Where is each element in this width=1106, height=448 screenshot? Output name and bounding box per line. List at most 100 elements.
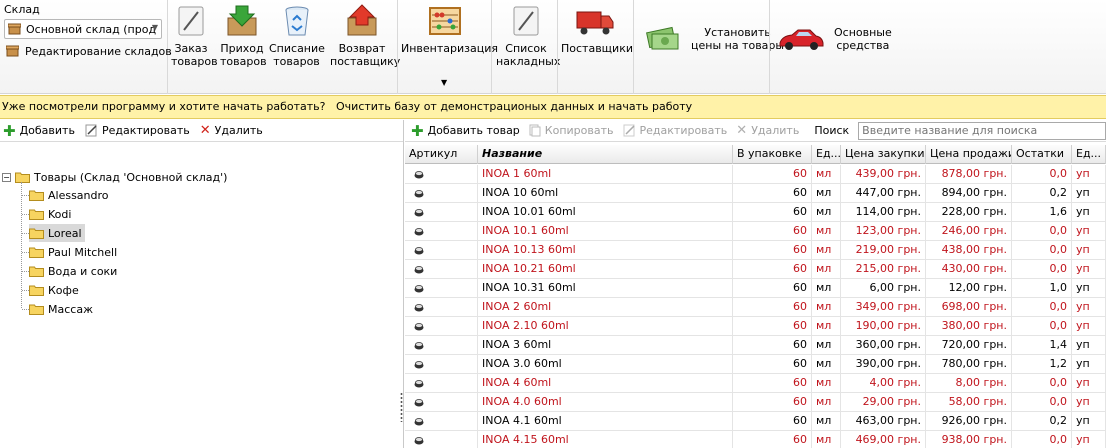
tree-item-label: Вода и соки (48, 264, 118, 278)
table-row[interactable]: INOA 4 60ml 60 мл 4,00 грн. 8,00 грн. 0,0 уп (405, 374, 1106, 393)
table-row[interactable]: INOA 4.0 60ml 60 мл 29,00 грн. 58,00 грн. 0,0… (405, 393, 1106, 412)
tree-item-label: Kodi (48, 207, 72, 221)
pack-cell: 60 (733, 222, 812, 241)
stock-unit-cell: уп (1072, 412, 1106, 431)
stock-cell: 0,0 (1012, 374, 1072, 393)
order-goods-button[interactable]: Заказ товаров (171, 4, 218, 68)
copy-product-button[interactable]: Копировать (529, 124, 614, 137)
warehouse-group: Склад Основной склад (прод ▼ Редактирова… (0, 0, 172, 94)
name-cell: INOA 10 60ml (478, 184, 733, 203)
table-row[interactable]: INOA 2 60ml 60 мл 349,00 грн. 698,00 грн. 0,0… (405, 298, 1106, 317)
products-toolbar: ✚ Добавить товар Копировать Редактироват… (405, 120, 1106, 142)
tree-item-massage[interactable]: Массаж (29, 300, 93, 318)
column-header-stock-unit[interactable]: Ед... (1072, 145, 1106, 164)
categories-toolbar: ✚ Добавить Редактировать ✕ Удалить (0, 120, 403, 142)
table-row[interactable]: INOA 2.10 60ml 60 мл 190,00 грн. 380,00 грн.… (405, 317, 1106, 336)
chevron-down-icon: ▼ (151, 23, 158, 32)
delete-category-button[interactable]: ✕ Удалить (200, 123, 263, 138)
suppliers-button[interactable]: Поставщики (561, 4, 633, 55)
collapse-icon[interactable]: − (2, 172, 11, 182)
table-row[interactable]: INOA 10.13 60ml 60 мл 219,00 грн. 438,00 грн… (405, 241, 1106, 260)
column-header-sell-price[interactable]: Цена продажи (926, 145, 1012, 164)
panel-splitter[interactable] (400, 392, 403, 422)
set-prices-button[interactable]: Установить цены на товары (645, 26, 784, 52)
stock-cell: 0,0 (1012, 298, 1072, 317)
inventory-button[interactable]: Инвентаризация (401, 4, 498, 55)
table-row[interactable]: INOA 10.31 60ml 60 мл 6,00 грн. 12,00 грн. 1,… (405, 279, 1106, 298)
money-icon (646, 26, 679, 50)
stock-unit-cell: уп (1072, 184, 1106, 203)
product-icon (414, 380, 424, 388)
pack-cell: 60 (733, 431, 812, 448)
goods-writeoff-button[interactable]: Списание товаров (269, 4, 325, 68)
box-down-arrow-icon (227, 5, 257, 36)
return-supplier-button[interactable]: Возврат поставщику (330, 4, 400, 68)
add-category-button[interactable]: ✚ Добавить (3, 123, 75, 138)
sku-cell (405, 279, 478, 298)
table-row[interactable]: INOA 10.01 60ml 60 мл 114,00 грн. 228,00 грн… (405, 203, 1106, 222)
tree-item-coffee[interactable]: Кофе (29, 281, 79, 299)
table-row[interactable]: INOA 10 60ml 60 мл 447,00 грн. 894,00 грн. 0,… (405, 184, 1106, 203)
unit-cell: мл (812, 279, 841, 298)
sku-cell (405, 184, 478, 203)
abacus-icon (429, 7, 461, 35)
table-row[interactable]: INOA 1 60ml 60 мл 439,00 грн. 878,00 грн. 0,0… (405, 165, 1106, 184)
buy-price-cell: 4,00 грн. (841, 374, 926, 393)
column-header-pack[interactable]: В упаковке (733, 145, 812, 164)
product-icon (414, 266, 424, 274)
product-icon (414, 247, 424, 255)
table-row[interactable]: INOA 3.0 60ml 60 мл 390,00 грн. 780,00 грн. 1… (405, 355, 1106, 374)
tree-item-alessandro[interactable]: Alessandro (29, 186, 109, 204)
sku-cell (405, 336, 478, 355)
column-header-buy-price[interactable]: Цена закупки (841, 145, 926, 164)
goods-income-button[interactable]: Приход товаров (220, 4, 267, 68)
column-header-unit[interactable]: Ед... (812, 145, 841, 164)
pack-cell: 60 (733, 336, 812, 355)
stock-cell: 0,0 (1012, 165, 1072, 184)
add-product-button[interactable]: ✚ Добавить товар (411, 123, 520, 138)
clear-demo-data-link[interactable]: Очистить базу от демонстрационых данных … (336, 100, 692, 113)
stock-unit-cell: уп (1072, 203, 1106, 222)
inventory-dropdown-icon[interactable]: ▼ (441, 78, 447, 87)
stock-unit-cell: уп (1072, 317, 1106, 336)
tree-branch (22, 290, 29, 291)
table-row[interactable]: INOA 10.21 60ml 60 мл 215,00 грн. 430,00 грн… (405, 260, 1106, 279)
tree-root[interactable]: − Товары (Склад 'Основной склад') (2, 168, 227, 186)
delete-x-icon: ✕ (199, 123, 211, 138)
column-header-stock[interactable]: Остатки (1012, 145, 1072, 164)
warehouse-select[interactable]: Основной склад (прод ▼ (4, 19, 162, 39)
stock-cell: 0,0 (1012, 222, 1072, 241)
table-row[interactable]: INOA 3 60ml 60 мл 360,00 грн. 720,00 грн. 1,4… (405, 336, 1106, 355)
buy-price-cell: 439,00 грн. (841, 165, 926, 184)
product-icon (414, 437, 424, 445)
unit-cell: мл (812, 260, 841, 279)
pack-cell: 60 (733, 412, 812, 431)
column-header-sku[interactable]: Артикул (405, 145, 478, 164)
tree-item-kodi[interactable]: Kodi (29, 205, 71, 223)
product-icon (414, 228, 424, 236)
edit-category-button[interactable]: Редактировать (85, 124, 190, 137)
unit-cell: мл (812, 203, 841, 222)
table-row[interactable]: INOA 4.15 60ml 60 мл 469,00 грн. 938,00 грн.… (405, 431, 1106, 448)
delete-product-button[interactable]: ✕ Удалить (736, 123, 799, 138)
tree-item-loreal[interactable]: Loreal (29, 224, 85, 242)
product-icon (414, 342, 424, 350)
table-row[interactable]: INOA 4.1 60ml 60 мл 463,00 грн. 926,00 грн. 0… (405, 412, 1106, 431)
table-row[interactable]: INOA 10.1 60ml 60 мл 123,00 грн. 246,00 грн.… (405, 222, 1106, 241)
pack-cell: 60 (733, 298, 812, 317)
invoice-list-button[interactable]: Список накладных (496, 4, 560, 68)
edit-warehouses-button[interactable]: Редактирование складов (6, 43, 172, 59)
tree-item-water-juice[interactable]: Вода и соки (29, 262, 117, 280)
pencil-note-icon (178, 6, 204, 36)
search-input[interactable] (858, 121, 1106, 140)
edit-product-button[interactable]: Редактировать (623, 124, 727, 137)
tree-item-paul-mitchell[interactable]: Paul Mitchell (29, 243, 117, 261)
warehouse-icon (8, 23, 21, 35)
buy-price-cell: 114,00 грн. (841, 203, 926, 222)
stock-cell: 0,0 (1012, 260, 1072, 279)
sku-cell (405, 260, 478, 279)
product-icon (414, 209, 424, 217)
column-header-name[interactable]: Название (478, 145, 733, 164)
fixed-assets-button[interactable]: Основные средства (778, 26, 892, 52)
stock-cell: 0,0 (1012, 431, 1072, 448)
